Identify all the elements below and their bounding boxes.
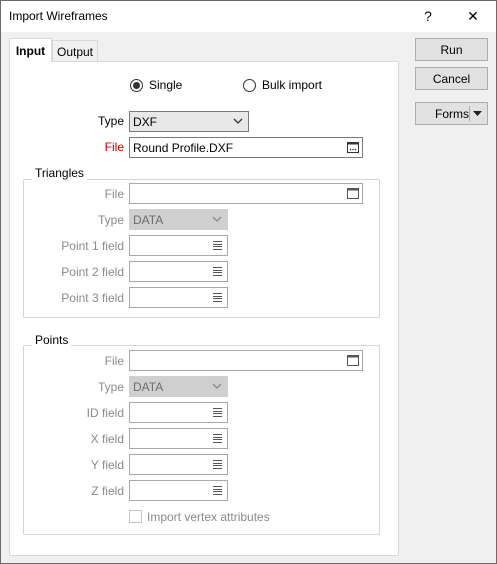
points-type-value: DATA: [133, 379, 164, 394]
type-value: DXF: [133, 114, 157, 129]
list-icon[interactable]: [213, 460, 222, 469]
chevron-down-icon: [212, 383, 222, 389]
help-button[interactable]: ?: [416, 5, 440, 27]
triangles-type-label: Type: [97, 213, 124, 227]
triangles-title: Triangles: [32, 166, 87, 180]
import-wireframes-window: Import Wireframes ? ✕ Input Output Singl…: [0, 0, 497, 564]
tab-output[interactable]: Output: [52, 40, 98, 62]
x-field-input[interactable]: [129, 428, 228, 449]
browse-icon[interactable]: [347, 355, 359, 366]
window-title: Import Wireframes: [9, 9, 108, 23]
point2-field-input[interactable]: [129, 261, 228, 282]
list-icon[interactable]: [213, 408, 222, 417]
radio-single[interactable]: Single: [130, 78, 182, 92]
points-type-select[interactable]: DATA: [129, 376, 228, 397]
forms-divider: [469, 106, 470, 121]
type-label: Type: [97, 114, 124, 128]
points-file-label: File: [104, 354, 124, 368]
dropdown-arrow-icon[interactable]: [473, 110, 482, 117]
cancel-button-label: Cancel: [432, 71, 471, 86]
browse-icon[interactable]: [347, 142, 359, 153]
radio-single-label: Single: [149, 78, 183, 92]
tab-input-label: Input: [15, 43, 46, 58]
type-select[interactable]: DXF: [129, 111, 249, 132]
triangles-type-value: DATA: [133, 212, 164, 227]
id-field-label: ID field: [86, 406, 124, 420]
point3-field-input[interactable]: [129, 287, 228, 308]
point1-field-label: Point 1 field: [61, 239, 124, 253]
list-icon[interactable]: [213, 241, 222, 250]
run-button[interactable]: Run: [415, 38, 488, 61]
forms-button-label: Forms: [435, 106, 469, 121]
radio-bulk-label: Bulk import: [262, 78, 323, 92]
list-icon[interactable]: [213, 486, 222, 495]
chevron-down-icon: [212, 216, 222, 222]
close-button[interactable]: ✕: [461, 5, 485, 27]
triangles-file-input[interactable]: [129, 183, 363, 204]
point1-field-input[interactable]: [129, 235, 228, 256]
points-file-input[interactable]: [129, 350, 363, 371]
point2-field-label: Point 2 field: [61, 265, 124, 279]
list-icon[interactable]: [213, 267, 222, 276]
points-title: Points: [32, 333, 72, 347]
browse-icon[interactable]: [347, 188, 359, 199]
triangles-file-label: File: [104, 187, 124, 201]
list-icon[interactable]: [213, 434, 222, 443]
radio-bulk-import[interactable]: Bulk import: [243, 78, 322, 92]
run-button-label: Run: [440, 42, 463, 57]
tab-output-label: Output: [56, 44, 94, 59]
file-input[interactable]: Round Profile.DXF: [129, 137, 363, 158]
radio-single-indicator: [130, 78, 143, 92]
z-field-label: Z field: [91, 484, 124, 498]
cancel-button[interactable]: Cancel: [415, 67, 488, 90]
triangles-type-select[interactable]: DATA: [129, 209, 228, 230]
import-vertex-attributes-label: Import vertex attributes: [147, 510, 270, 524]
input-panel: Single Bulk import Type DXF File Round P…: [9, 61, 399, 556]
id-field-input[interactable]: [129, 402, 228, 423]
tab-input[interactable]: Input: [9, 38, 52, 62]
import-vertex-attributes-checkbox[interactable]: [129, 510, 142, 523]
close-icon: ✕: [467, 7, 479, 24]
y-field-label: Y field: [90, 458, 124, 472]
points-type-label: Type: [97, 380, 124, 394]
y-field-input[interactable]: [129, 454, 228, 475]
z-field-input[interactable]: [129, 480, 228, 501]
point3-field-label: Point 3 field: [61, 291, 124, 305]
help-icon: ?: [424, 8, 432, 24]
forms-button[interactable]: Forms: [415, 102, 488, 125]
file-label: File: [104, 140, 124, 154]
file-value: Round Profile.DXF: [133, 140, 234, 155]
list-icon[interactable]: [213, 293, 222, 302]
title-bar: Import Wireframes ? ✕: [1, 1, 496, 32]
radio-bulk-indicator: [243, 78, 256, 92]
x-field-label: X field: [90, 432, 124, 446]
chevron-down-icon: [233, 118, 243, 124]
